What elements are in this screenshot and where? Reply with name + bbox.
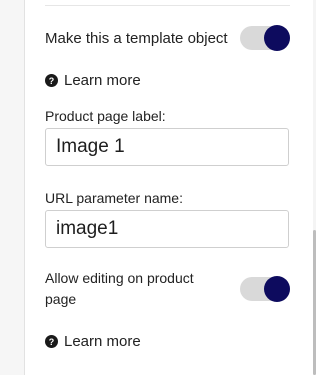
learn-more-label-1: Learn more — [64, 72, 141, 89]
section-divider — [45, 5, 290, 6]
allow-editing-label: Allow editing on product page — [45, 270, 194, 307]
toggle-knob — [264, 276, 290, 302]
url-parameter-input[interactable] — [45, 210, 289, 248]
svg-text:?: ? — [49, 337, 54, 347]
scrollbar-thumb[interactable] — [313, 230, 316, 375]
allow-editing-row: Allow editing on product page — [45, 268, 290, 310]
url-parameter-caption: URL parameter name: — [45, 190, 183, 206]
learn-more-link-1[interactable]: ? Learn more — [45, 72, 290, 89]
template-object-row: Make this a template object — [45, 25, 290, 51]
product-page-label-caption: Product page label: — [45, 108, 166, 124]
toggle-knob — [264, 25, 290, 51]
template-object-toggle[interactable] — [240, 25, 290, 51]
learn-more-link-2[interactable]: ? Learn more — [45, 333, 290, 350]
left-panel-gutter — [0, 0, 25, 375]
svg-text:?: ? — [49, 76, 54, 86]
help-icon: ? — [45, 74, 58, 87]
learn-more-label-2: Learn more — [64, 333, 141, 350]
allow-editing-toggle[interactable] — [240, 276, 290, 302]
template-object-label: Make this a template object — [45, 29, 228, 47]
scrollbar-track[interactable] — [313, 0, 316, 375]
help-icon: ? — [45, 335, 58, 348]
product-page-label-input[interactable] — [45, 128, 289, 166]
